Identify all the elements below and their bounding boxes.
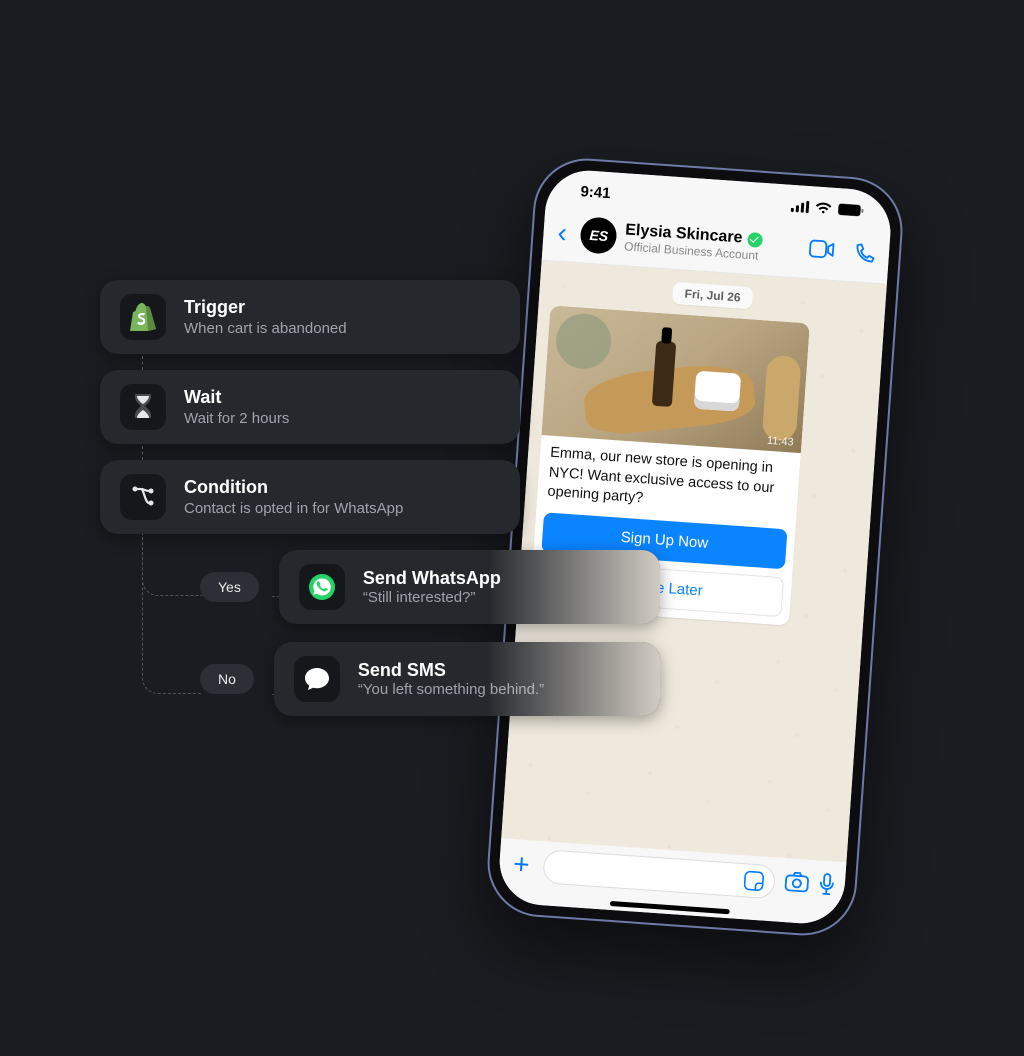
shopify-icon — [120, 294, 166, 340]
avatar[interactable]: ES — [580, 216, 618, 254]
back-button[interactable]: ‹ — [551, 216, 575, 249]
sticker-icon[interactable] — [743, 870, 764, 891]
branch-yes-pill: Yes — [200, 572, 259, 602]
automation-flow: Trigger When cart is abandoned Wait Wait… — [100, 280, 660, 734]
branch-icon — [120, 474, 166, 520]
node-title: Wait — [184, 386, 289, 409]
node-title: Trigger — [184, 296, 347, 319]
status-indicators — [791, 200, 865, 217]
battery-icon — [838, 203, 865, 217]
flow-node-condition[interactable]: Condition Contact is opted in for WhatsA… — [100, 460, 520, 534]
whatsapp-icon — [299, 564, 345, 610]
chat-title-block[interactable]: Elysia Skincare Official Business Accoun… — [624, 221, 802, 265]
status-time: 9:41 — [580, 183, 611, 202]
message-time: 11:43 — [766, 435, 793, 449]
flow-node-send-sms[interactable]: Send SMS “You left something behind.” — [274, 642, 660, 716]
branch-yes-row: Yes Send WhatsApp “Still interested?” — [100, 550, 660, 624]
date-chip: Fri, Jul 26 — [672, 282, 753, 310]
node-subtitle: “Still interested?” — [363, 589, 501, 606]
camera-icon[interactable] — [784, 871, 810, 898]
verified-badge-icon — [747, 231, 763, 247]
node-title: Send SMS — [358, 660, 544, 681]
voice-call-icon[interactable] — [852, 242, 875, 265]
node-subtitle: Contact is opted in for WhatsApp — [184, 499, 403, 519]
sms-icon — [294, 656, 340, 702]
message-input[interactable] — [542, 849, 776, 899]
cellular-icon — [791, 200, 810, 213]
flow-node-send-whatsapp[interactable]: Send WhatsApp “Still interested?” — [279, 550, 660, 624]
node-title: Send WhatsApp — [363, 568, 501, 589]
flow-node-trigger[interactable]: Trigger When cart is abandoned — [100, 280, 520, 354]
node-subtitle: “You left something behind.” — [358, 681, 544, 698]
node-subtitle: When cart is abandoned — [184, 319, 347, 339]
hourglass-icon — [120, 384, 166, 430]
add-attachment-button[interactable]: + — [508, 848, 534, 882]
wifi-icon — [815, 202, 833, 215]
video-call-icon[interactable] — [808, 239, 835, 263]
node-subtitle: Wait for 2 hours — [184, 409, 289, 429]
branch-no-row: No Send SMS “You left something behind.” — [100, 642, 660, 716]
flow-node-wait[interactable]: Wait Wait for 2 hours — [100, 370, 520, 444]
mic-icon[interactable] — [818, 872, 836, 900]
node-title: Condition — [184, 476, 403, 499]
branch-no-pill: No — [200, 664, 254, 694]
